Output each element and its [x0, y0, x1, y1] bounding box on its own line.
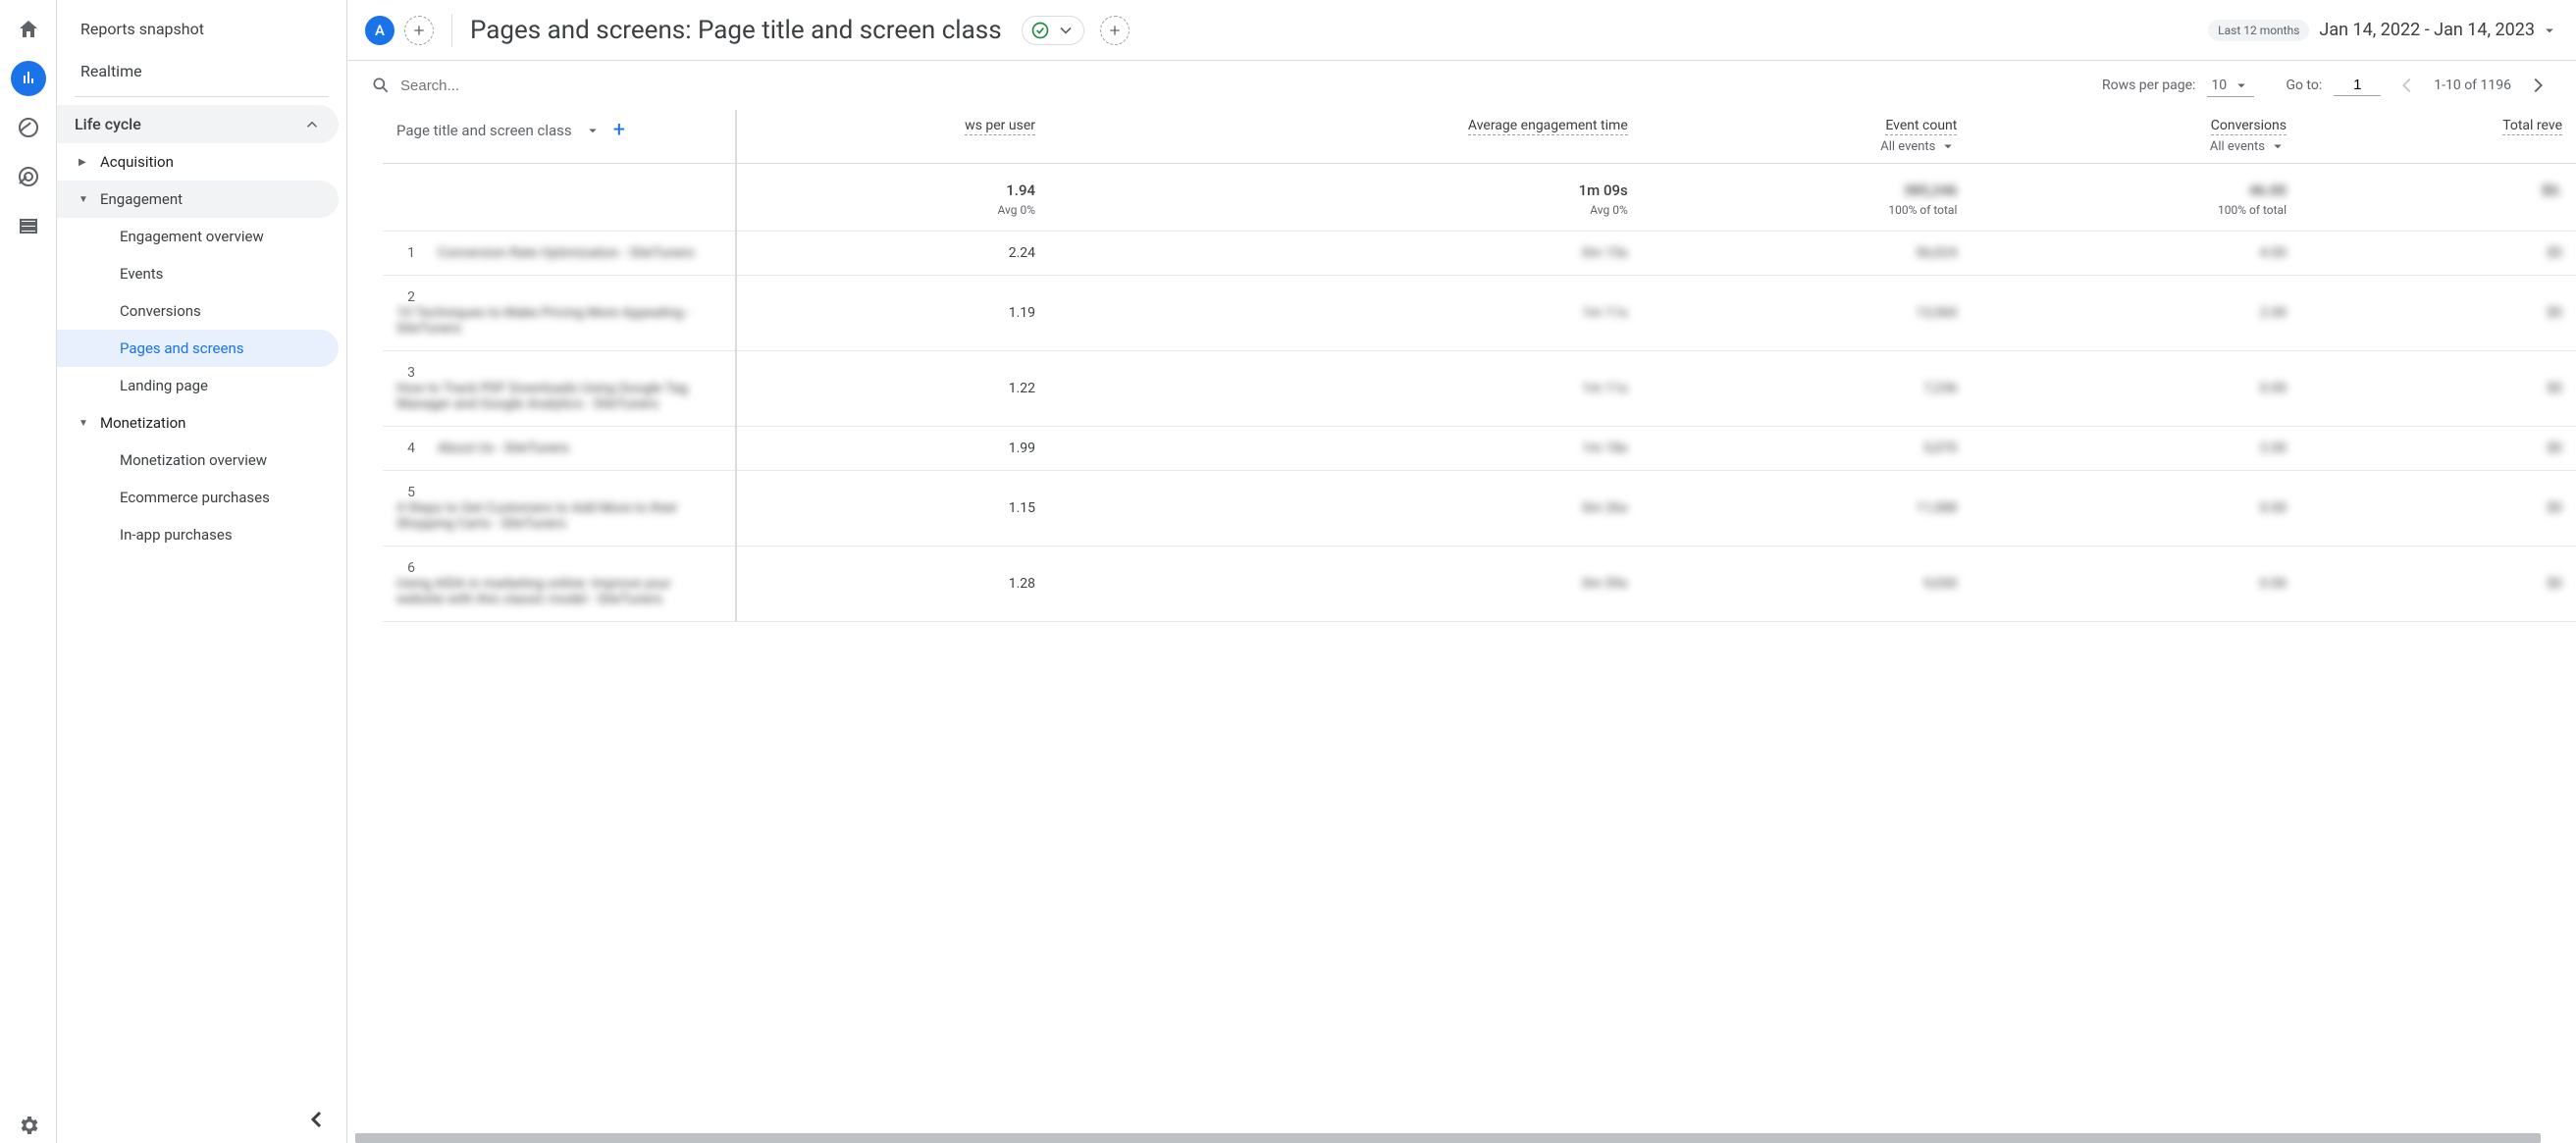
- search-field[interactable]: [371, 76, 2090, 95]
- status-dropdown[interactable]: [1022, 16, 1084, 45]
- col-views-per-user[interactable]: ws per user: [736, 110, 1049, 164]
- sidebar-group-lifecycle[interactable]: Life cycle: [57, 105, 339, 143]
- sidebar-item-engagement[interactable]: ▼Engagement: [57, 181, 339, 218]
- search-icon: [371, 76, 391, 95]
- chevron-down-icon: [584, 122, 602, 139]
- date-preset-label: Last 12 months: [2208, 20, 2309, 41]
- sidebar-sub-landing[interactable]: Landing page: [57, 367, 339, 404]
- sidebar-snapshot[interactable]: Reports snapshot: [57, 8, 346, 50]
- add-dimension-button[interactable]: +: [613, 118, 625, 142]
- rows-per-page-select[interactable]: 10: [2207, 75, 2254, 97]
- totals-row: 1.94 1m 09s 385,246 46.00 $0.: [383, 164, 2576, 204]
- chevron-up-icon: [303, 116, 321, 133]
- advertising-icon[interactable]: [11, 159, 46, 194]
- segment-chip[interactable]: A: [365, 16, 394, 45]
- page-title: Pages and screens: Page title and screen…: [470, 16, 1002, 45]
- search-input[interactable]: [400, 78, 597, 94]
- explore-icon[interactable]: [11, 110, 46, 145]
- date-range-picker[interactable]: Jan 14, 2022 - Jan 14, 2023: [2319, 20, 2558, 40]
- sidebar: Reports snapshot Realtime Life cycle ▶Ac…: [57, 0, 347, 1143]
- sidebar-sub-pages-screens[interactable]: Pages and screens: [57, 330, 339, 367]
- configure-icon[interactable]: [11, 208, 46, 243]
- table-row[interactable]: 54 Steps to Get Customers to Add More to…: [383, 471, 2576, 546]
- col-conversions[interactable]: Conversions All events: [1971, 110, 2300, 164]
- col-event-count[interactable]: Event count All events: [1642, 110, 1971, 164]
- reports-icon[interactable]: [11, 61, 46, 96]
- next-page-button[interactable]: [2523, 71, 2552, 100]
- horizontal-scrollbar[interactable]: [355, 1133, 2541, 1143]
- col-avg-engagement[interactable]: Average engagement time: [1049, 110, 1642, 164]
- totals-sub-row: Avg 0% Avg 0% 100% of total 100% of tota…: [383, 203, 2576, 232]
- home-icon[interactable]: [11, 12, 46, 47]
- table-row[interactable]: 4About Us - SiteTuners1.991m 18s5,0702.0…: [383, 427, 2576, 471]
- table-row[interactable]: 3How to Track PDF Downloads Using Google…: [383, 351, 2576, 427]
- sidebar-sub-events[interactable]: Events: [57, 255, 339, 292]
- dimension-picker[interactable]: Page title and screen class: [396, 122, 572, 139]
- sidebar-sub-conversions[interactable]: Conversions: [57, 292, 339, 330]
- chevron-down-icon: [2541, 22, 2558, 39]
- check-circle-icon: [1030, 21, 1050, 40]
- add-filter-button[interactable]: [1100, 16, 1130, 45]
- chevron-down-icon: [1056, 21, 1076, 40]
- chevron-down-icon: [2233, 77, 2250, 94]
- sidebar-realtime[interactable]: Realtime: [57, 50, 346, 92]
- sidebar-item-monetization[interactable]: ▼Monetization: [57, 404, 339, 442]
- sidebar-sub-engagement-overview[interactable]: Engagement overview: [57, 218, 339, 255]
- table-row[interactable]: 1Conversion Rate Optimization - SiteTune…: [383, 232, 2576, 276]
- nav-rail: [0, 0, 57, 1143]
- table-row[interactable]: 6Using AIDA in marketing online: Improve…: [383, 546, 2576, 622]
- collapse-sidebar-button[interactable]: [305, 1108, 329, 1131]
- goto-input[interactable]: [2338, 77, 2377, 93]
- report-table: Page title and screen class + ws per use…: [383, 110, 2576, 622]
- table-row[interactable]: 210 Techniques to Make Pricing More Appe…: [383, 276, 2576, 351]
- goto-label: Go to:: [2286, 78, 2322, 93]
- sidebar-sub-ecommerce[interactable]: Ecommerce purchases: [57, 479, 339, 516]
- pagination-range: 1-10 of 1196: [2434, 78, 2511, 93]
- sidebar-item-acquisition[interactable]: ▶Acquisition: [57, 143, 339, 181]
- add-comparison-button[interactable]: [404, 16, 434, 45]
- gear-icon[interactable]: [11, 1108, 46, 1143]
- main: A Pages and screens: Page title and scre…: [347, 0, 2576, 1143]
- col-total-revenue[interactable]: Total reve: [2300, 110, 2576, 164]
- table-toolbar: Rows per page: 10 Go to: 1-10 of 1196: [347, 61, 2576, 110]
- table-wrap: Page title and screen class + ws per use…: [347, 110, 2576, 1133]
- sidebar-sub-inapp[interactable]: In-app purchases: [57, 516, 339, 553]
- sidebar-sub-monetization-overview[interactable]: Monetization overview: [57, 442, 339, 479]
- topbar: A Pages and screens: Page title and scre…: [347, 0, 2576, 61]
- rows-per-page-label: Rows per page:: [2102, 78, 2195, 93]
- prev-page-button[interactable]: [2392, 71, 2422, 100]
- goto-input-wrap[interactable]: [2334, 75, 2381, 96]
